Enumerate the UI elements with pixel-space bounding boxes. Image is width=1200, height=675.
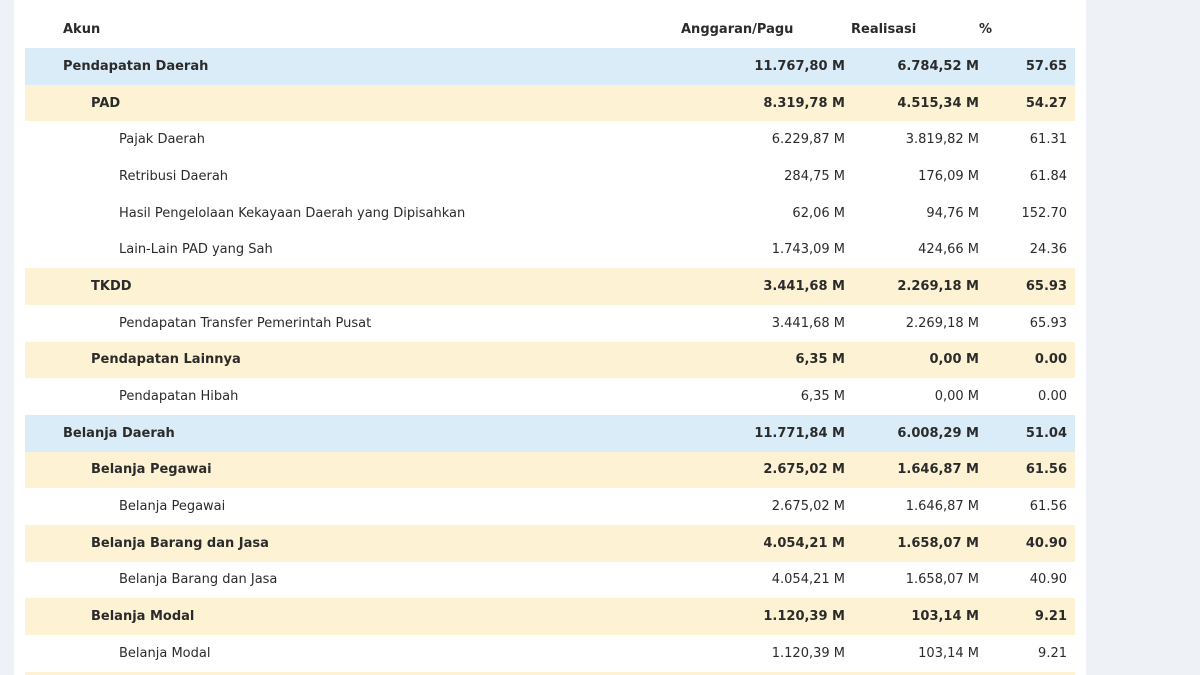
row-persen-cell: 40.90 [979, 561, 1075, 599]
budget-table-panel: Akun Anggaran/Pagu Realisasi % Pendapata… [14, 0, 1086, 675]
row-realisasi-cell: 6.008,29 M [845, 414, 979, 452]
row-akun-cell: Pajak Daerah [25, 121, 655, 159]
row-anggaran-cell: 4.054,21 M [655, 561, 845, 599]
row-akun-cell: PAD [25, 84, 655, 122]
row-anggaran-cell: 6.229,87 M [655, 121, 845, 159]
row-anggaran-cell: 2.675,02 M [655, 488, 845, 525]
table-row-item[interactable]: Pajak Daerah 6.229,87 M 3.819,82 M 61.31 [25, 121, 1075, 159]
row-akun-cell: Lain-Lain PAD yang Sah [25, 231, 655, 269]
row-akun-cell: Hasil Pengelolaan Kekayaan Daerah yang D… [25, 194, 655, 232]
table-row-group[interactable]: Belanja Modal 1.120,39 M 103,14 M 9.21 [25, 598, 1075, 635]
row-anggaran-cell: 3.441,68 M [655, 268, 845, 305]
row-akun-cell: Belanja Barang dan Jasa [25, 524, 655, 562]
table-row-item[interactable]: Pendapatan Transfer Pemerintah Pusat 3.44… [25, 304, 1075, 342]
row-realisasi-cell: 1.658,07 M [845, 524, 979, 562]
row-anggaran-cell: 3.441,68 M [655, 304, 845, 342]
table-row-group[interactable]: Pendapatan Lainnya 6,35 M 0,00 M 0.00 [25, 341, 1075, 379]
table-row-item[interactable]: Retribusi Daerah 284,75 M 176,09 M 61.84 [25, 158, 1075, 195]
table-header-row: Akun Anggaran/Pagu Realisasi % [25, 10, 1075, 48]
header-akun[interactable]: Akun [25, 10, 655, 48]
row-anggaran-cell: 11.771,84 M [655, 414, 845, 452]
row-persen-cell: 0.00 [979, 341, 1075, 379]
row-akun-cell: Belanja Modal [25, 635, 655, 672]
row-akun-cell: Pendapatan Hibah [25, 378, 655, 415]
table-row-item[interactable]: Lain-Lain PAD yang Sah 1.743,09 M 424,66 M… [25, 231, 1075, 269]
row-persen-cell: 65.93 [979, 268, 1075, 305]
header-realisasi[interactable]: Realisasi [845, 10, 979, 48]
row-persen-cell: 61.56 [979, 451, 1075, 489]
row-anggaran-cell: 4.054,21 M [655, 524, 845, 562]
row-realisasi-cell: 103,14 M [845, 635, 979, 672]
row-realisasi-cell: 1.658,07 M [845, 561, 979, 599]
row-persen-cell: 65.93 [979, 304, 1075, 342]
row-akun-cell: Pendapatan Transfer Pemerintah Pusat [25, 304, 655, 342]
row-akun-cell: Pendapatan Lainnya [25, 341, 655, 379]
row-akun-cell: Belanja Barang dan Jasa [25, 561, 655, 599]
row-persen-cell: 61.56 [979, 488, 1075, 525]
row-realisasi-cell: 3.819,82 M [845, 121, 979, 159]
row-anggaran-cell: 6,35 M [655, 341, 845, 379]
table-row-item[interactable]: Belanja Modal 1.120,39 M 103,14 M 9.21 [25, 635, 1075, 672]
row-persen-cell: 152.70 [979, 194, 1075, 232]
row-akun-cell: Pendapatan Daerah [25, 48, 655, 85]
row-persen-cell: 9.21 [979, 635, 1075, 672]
row-anggaran-cell: 62,06 M [655, 194, 845, 232]
row-anggaran-cell: 8.319,78 M [655, 84, 845, 122]
row-akun-cell: TKDD [25, 268, 655, 305]
row-akun-cell: Belanja Pegawai [25, 451, 655, 489]
row-anggaran-cell: 1.743,09 M [655, 231, 845, 269]
row-persen-cell: 61.84 [979, 158, 1075, 195]
row-realisasi-cell: 424,66 M [845, 231, 979, 269]
row-realisasi-cell: 0,00 M [845, 341, 979, 379]
row-persen-cell: 9.21 [979, 598, 1075, 635]
header-persen[interactable]: % [979, 10, 1075, 48]
table-row-item[interactable]: Belanja Pegawai 2.675,02 M 1.646,87 M 61.56 [25, 488, 1075, 525]
row-anggaran-cell: 1.120,39 M [655, 635, 845, 672]
row-persen-cell: 51.04 [979, 414, 1075, 452]
row-persen-cell: 24.36 [979, 231, 1075, 269]
row-realisasi-cell: 2.269,18 M [845, 304, 979, 342]
row-persen-cell: 57.65 [979, 48, 1075, 85]
header-anggaran[interactable]: Anggaran/Pagu [655, 10, 845, 48]
right-gutter [1086, 0, 1200, 675]
table-row-group[interactable]: TKDD 3.441,68 M 2.269,18 M 65.93 [25, 268, 1075, 305]
row-persen-cell: 61.31 [979, 121, 1075, 159]
row-anggaran-cell: 11.767,80 M [655, 48, 845, 85]
row-realisasi-cell: 4.515,34 M [845, 84, 979, 122]
table-row-group[interactable]: Belanja Barang dan Jasa 4.054,21 M 1.658,0… [25, 524, 1075, 562]
row-akun-cell: Belanja Daerah [25, 414, 655, 452]
table-row-category[interactable]: Pendapatan Daerah 11.767,80 M 6.784,52 M 57… [25, 48, 1075, 85]
table-body: Pendapatan Daerah 11.767,80 M 6.784,52 M 57… [25, 48, 1075, 675]
row-realisasi-cell: 103,14 M [845, 598, 979, 635]
row-realisasi-cell: 2.269,18 M [845, 268, 979, 305]
row-realisasi-cell: 0,00 M [845, 378, 979, 415]
row-realisasi-cell: 176,09 M [845, 158, 979, 195]
row-realisasi-cell: 6.784,52 M [845, 48, 979, 85]
row-realisasi-cell: 1.646,87 M [845, 488, 979, 525]
table-row-item[interactable]: Hasil Pengelolaan Kekayaan Daerah yang D… [25, 194, 1075, 232]
table-row-category[interactable]: Belanja Daerah 11.771,84 M 6.008,29 M 51.04 [25, 414, 1075, 452]
row-persen-cell: 0.00 [979, 378, 1075, 415]
table-row-group[interactable]: Belanja Pegawai 2.675,02 M 1.646,87 M 61.56 [25, 451, 1075, 489]
table-row-item[interactable]: Belanja Barang dan Jasa 4.054,21 M 1.658,0… [25, 561, 1075, 599]
row-anggaran-cell: 6,35 M [655, 378, 845, 415]
budget-realization-table: Akun Anggaran/Pagu Realisasi % Pendapata… [25, 10, 1075, 675]
row-realisasi-cell: 94,76 M [845, 194, 979, 232]
left-gutter [0, 0, 14, 675]
row-akun-cell: Belanja Modal [25, 598, 655, 635]
row-realisasi-cell: 1.646,87 M [845, 451, 979, 489]
row-anggaran-cell: 284,75 M [655, 158, 845, 195]
row-persen-cell: 54.27 [979, 84, 1075, 122]
row-persen-cell: 40.90 [979, 524, 1075, 562]
row-akun-cell: Belanja Pegawai [25, 488, 655, 525]
row-akun-cell: Retribusi Daerah [25, 158, 655, 195]
row-anggaran-cell: 1.120,39 M [655, 598, 845, 635]
row-anggaran-cell: 2.675,02 M [655, 451, 845, 489]
table-row-item[interactable]: Pendapatan Hibah 6,35 M 0,00 M 0.00 [25, 378, 1075, 415]
table-row-group[interactable]: PAD 8.319,78 M 4.515,34 M 54.27 [25, 84, 1075, 122]
